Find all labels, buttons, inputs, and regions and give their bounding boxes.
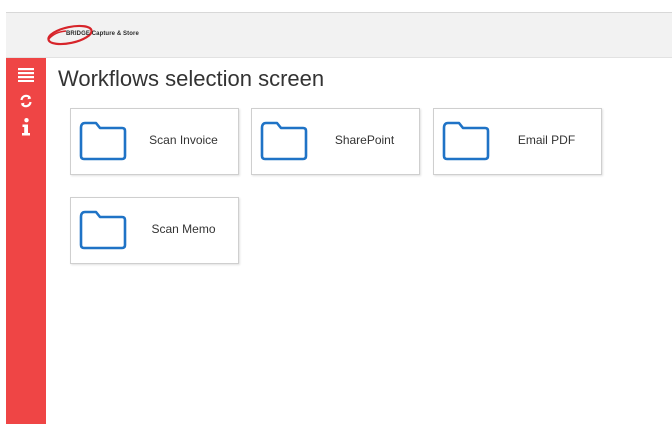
- top-bar: BRIDGE Capture & Store: [6, 13, 672, 58]
- app-window: BRIDGE Capture & Store Workflows selecti…: [6, 12, 672, 424]
- folder-icon: [79, 210, 127, 250]
- info-icon[interactable]: [6, 116, 46, 138]
- workflow-label: Scan Invoice: [149, 133, 218, 147]
- workflow-tile-scan-invoice[interactable]: Scan Invoice: [70, 108, 239, 175]
- workflow-tile-scan-memo[interactable]: Scan Memo: [70, 197, 239, 264]
- refresh-icon[interactable]: [6, 90, 46, 112]
- workflow-label: Scan Memo: [151, 222, 216, 236]
- app-logo: BRIDGE Capture & Store: [44, 22, 184, 48]
- menu-icon[interactable]: [6, 64, 46, 86]
- sidebar: [6, 58, 46, 424]
- page-title: Workflows selection screen: [58, 66, 325, 91]
- workflow-tile-email-pdf[interactable]: Email PDF: [433, 108, 602, 175]
- workflow-tile-sharepoint[interactable]: SharePoint: [251, 108, 420, 175]
- folder-icon: [442, 121, 490, 161]
- logo-text: BRIDGE Capture & Store: [66, 31, 139, 37]
- folder-icon: [260, 121, 308, 161]
- workflow-label: SharePoint: [334, 133, 395, 147]
- main-content: Workflows selection screen Scan Invoice …: [46, 58, 672, 424]
- folder-icon: [79, 121, 127, 161]
- workflow-label: Email PDF: [517, 133, 576, 147]
